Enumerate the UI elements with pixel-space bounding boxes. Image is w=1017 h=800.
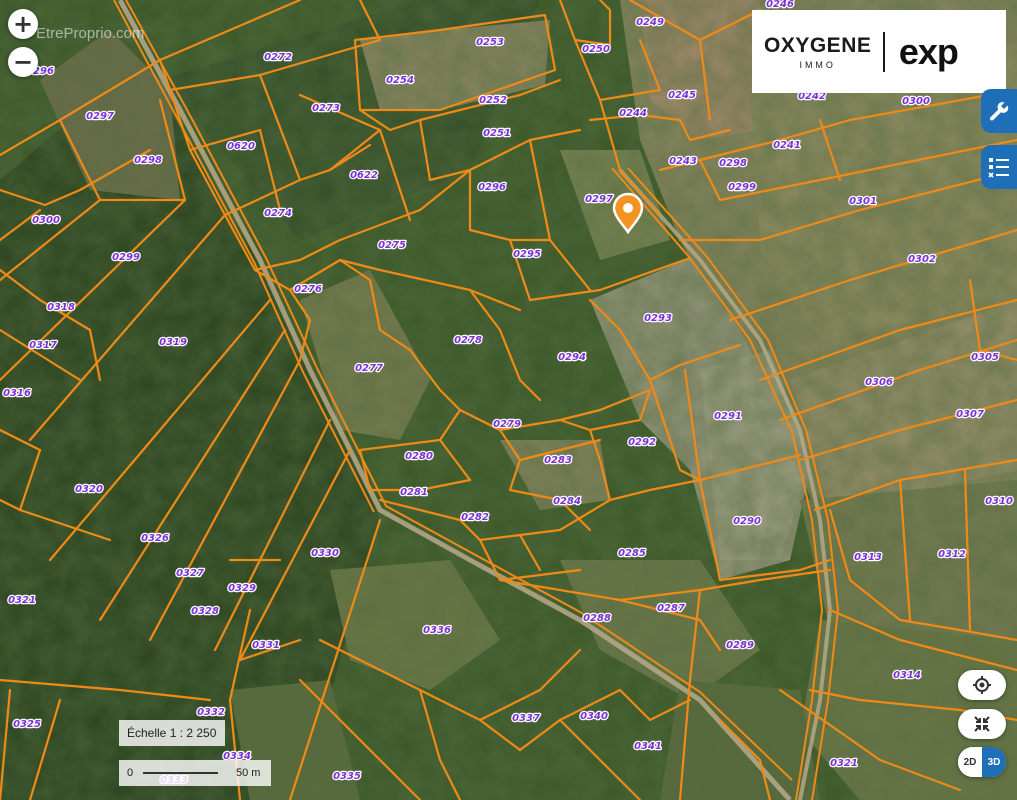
parcel-label[interactable]: 0280: [404, 450, 434, 464]
parcel-label[interactable]: 0312: [937, 548, 967, 562]
parcel-label[interactable]: 0277: [354, 362, 384, 376]
parcel-label[interactable]: 0328: [190, 605, 220, 619]
parcel-label[interactable]: 0319: [158, 336, 188, 350]
parcel-label[interactable]: 0314: [892, 669, 922, 683]
parcel-label[interactable]: 0249: [635, 16, 665, 30]
brand-name: OXYGENE: [764, 33, 872, 57]
parcel-label[interactable]: 0297: [584, 193, 614, 207]
parcel-label[interactable]: 0620: [226, 140, 256, 154]
legend-button[interactable]: [981, 145, 1017, 189]
scale-end: 50 m: [236, 767, 261, 779]
parcel-label[interactable]: 0313: [853, 551, 883, 565]
parcel-label[interactable]: 0246: [765, 0, 795, 11]
locate-button[interactable]: [958, 670, 1006, 700]
parcel-label[interactable]: 0298: [133, 154, 163, 168]
parcel-label[interactable]: 0254: [385, 74, 415, 88]
parcel-label[interactable]: 0252: [478, 94, 508, 108]
parcel-label[interactable]: 0297: [85, 110, 115, 124]
parcel-label[interactable]: 0299: [727, 181, 757, 195]
parcel-label[interactable]: 0279: [492, 418, 522, 432]
parcel-label[interactable]: 0622: [349, 169, 379, 183]
parcel-label[interactable]: 0298: [718, 157, 748, 171]
scale-line: [143, 772, 218, 774]
parcel-label[interactable]: 0273: [311, 102, 341, 116]
parcel-label[interactable]: 0335: [332, 770, 362, 784]
parcel-label[interactable]: 0306: [864, 376, 894, 390]
watermark: EtreProprio.com: [36, 25, 145, 42]
view-2d-option[interactable]: 2D: [958, 747, 982, 777]
parcel-label[interactable]: 0300: [31, 214, 61, 228]
parcel-label[interactable]: 0253: [475, 36, 505, 50]
exp-logo: exp: [898, 30, 959, 72]
parcel-label[interactable]: 0285: [617, 547, 647, 561]
parcel-label[interactable]: 0243: [668, 155, 698, 169]
parcel-label[interactable]: 0274: [263, 207, 293, 221]
scale-ratio: Échelle 1 : 2 250: [119, 720, 225, 746]
parcel-label[interactable]: 0296: [477, 181, 507, 195]
parcel-label[interactable]: 0293: [643, 312, 673, 326]
parcel-label[interactable]: 0292: [627, 436, 657, 450]
zoom-out-button[interactable]: −: [8, 47, 38, 77]
parcel-label[interactable]: 0316: [2, 387, 32, 401]
parcel-label[interactable]: 0287: [656, 602, 686, 616]
parcel-label[interactable]: 0318: [46, 301, 76, 315]
parcel-label[interactable]: 0299: [111, 251, 141, 265]
parcel-label[interactable]: 0282: [460, 511, 490, 525]
parcel-label[interactable]: 0250: [581, 43, 611, 57]
parcel-label[interactable]: 0307: [955, 408, 985, 422]
parcel-label[interactable]: 0291: [713, 410, 743, 424]
parcel-label[interactable]: 0321: [7, 594, 37, 608]
parcel-label[interactable]: 0317: [28, 339, 58, 353]
target-icon: [973, 676, 991, 694]
collapse-icon: [974, 716, 990, 732]
parcel-label[interactable]: 0244: [618, 107, 648, 121]
parcel-label[interactable]: 0327: [175, 567, 205, 581]
wrench-icon: [989, 102, 1009, 121]
cadastral-map[interactable]: 0296 0272 0253 0250 0249 0246 0254 0252 0297 0273…: [0, 0, 1017, 800]
scale-start: 0: [127, 767, 134, 779]
parcel-label[interactable]: 0300: [901, 95, 931, 109]
parcel-label[interactable]: 0251: [482, 127, 512, 141]
parcel-label[interactable]: 0337: [511, 712, 541, 726]
parcel-label[interactable]: 0288: [582, 612, 612, 626]
parcel-label[interactable]: 0305: [970, 351, 1000, 365]
parcel-label[interactable]: 0310: [984, 495, 1014, 509]
tools-button[interactable]: [981, 89, 1017, 133]
parcel-label[interactable]: 0272: [263, 51, 293, 65]
parcel-label[interactable]: 0336: [422, 624, 452, 638]
zoom-in-button[interactable]: +: [8, 9, 38, 39]
brand-divider: [883, 31, 885, 72]
parcel-label[interactable]: 0325: [12, 718, 42, 732]
parcel-label[interactable]: 0290: [732, 515, 762, 529]
parcel-label[interactable]: 0281: [399, 486, 429, 500]
parcel-label[interactable]: 0289: [725, 639, 755, 653]
parcel-label[interactable]: 0320: [74, 483, 104, 497]
parcel-label[interactable]: 0276: [293, 283, 323, 297]
view-mode-toggle[interactable]: 2D 3D: [958, 747, 1006, 777]
parcel-label[interactable]: 0302: [907, 253, 937, 267]
parcel-label[interactable]: 0331: [251, 639, 281, 653]
parcel-label[interactable]: 0326: [140, 532, 170, 546]
parcel-label[interactable]: 0295: [512, 248, 542, 262]
parcel-label[interactable]: 0329: [227, 582, 257, 596]
parcel-label[interactable]: 0340: [579, 710, 609, 724]
parcel-label[interactable]: 0330: [310, 547, 340, 561]
oxygene-logo: OXYGENE IMMO: [764, 34, 871, 70]
parcel-label[interactable]: 0278: [453, 334, 483, 348]
parcel-label[interactable]: 0284: [552, 495, 582, 509]
parcel-label[interactable]: 0332: [196, 706, 226, 720]
list-icon: [988, 158, 1009, 178]
parcel-label[interactable]: 0241: [772, 139, 802, 153]
fullscreen-button[interactable]: [958, 709, 1006, 739]
parcel-label[interactable]: 0283: [543, 454, 573, 468]
parcel-label[interactable]: 0321: [829, 757, 859, 771]
brand-tagline: IMMO: [799, 59, 836, 70]
parcel-label[interactable]: 0294: [557, 351, 587, 365]
brand-logo: OXYGENE IMMO exp: [752, 10, 1006, 93]
parcel-label[interactable]: 0341: [633, 740, 663, 754]
parcel-label[interactable]: 0301: [848, 195, 878, 209]
parcel-label[interactable]: 0245: [667, 89, 697, 103]
scale-bar: 0 50 m: [119, 760, 271, 786]
parcel-label[interactable]: 0275: [377, 239, 407, 253]
